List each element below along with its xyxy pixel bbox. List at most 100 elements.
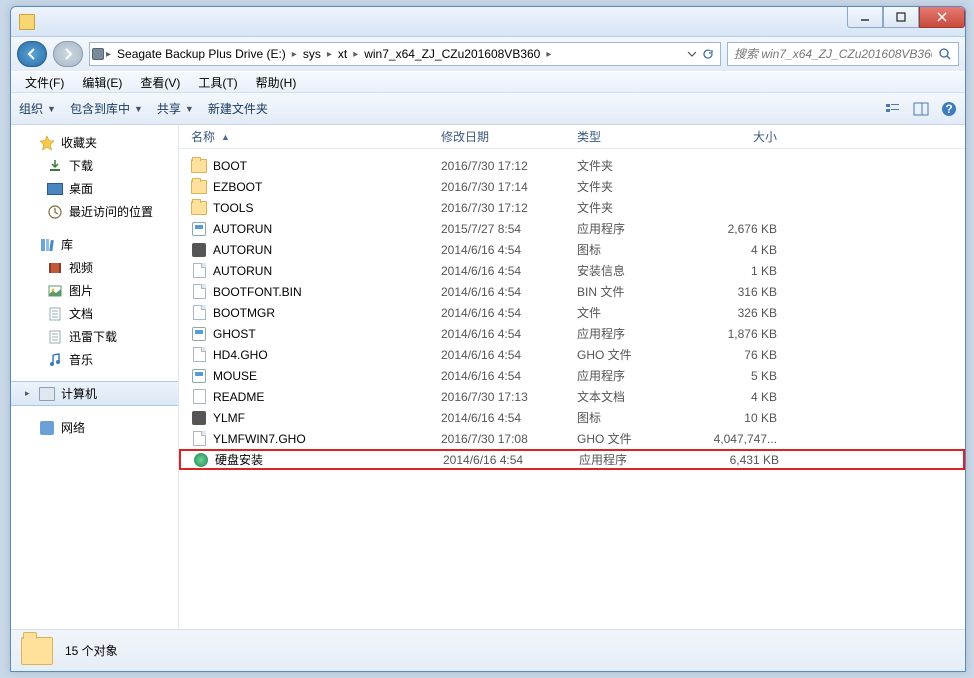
file-row[interactable]: AUTORUN 2015/7/27 8:54 应用程序 2,676 KB xyxy=(179,218,965,239)
body: 收藏夹 下载桌面最近访问的位置 库 视频图片文档迅雷下载音乐 ▸ 计算机 xyxy=(11,125,965,629)
menu-file[interactable]: 文件(F) xyxy=(17,72,72,93)
file-row[interactable]: README 2016/7/30 17:13 文本文档 4 KB xyxy=(179,386,965,407)
sidebar-item[interactable]: 视频 xyxy=(11,256,178,279)
toolbar-label: 新建文件夹 xyxy=(208,100,268,117)
file-row[interactable]: 硬盘安装 2014/6/16 4:54 应用程序 6,431 KB xyxy=(179,449,965,470)
breadcrumb-seg[interactable]: xt xyxy=(334,47,351,61)
toolbar-label: 包含到库中 xyxy=(70,100,130,117)
address-bar[interactable]: ▸ Seagate Backup Plus Drive (E:) ▸ sys ▸… xyxy=(89,42,721,66)
file-row[interactable]: AUTORUN 2014/6/16 4:54 安装信息 1 KB xyxy=(179,260,965,281)
include-button[interactable]: 包含到库中▼ xyxy=(70,100,143,117)
help-icon[interactable]: ? xyxy=(941,101,957,117)
close-button[interactable] xyxy=(919,7,965,28)
column-type[interactable]: 类型 xyxy=(577,128,687,145)
chevron-down-icon: ▼ xyxy=(185,104,194,114)
clock-icon xyxy=(47,204,63,220)
breadcrumb-seg[interactable]: sys xyxy=(299,47,325,61)
file-row[interactable]: YLMFWIN7.GHO 2016/7/30 17:08 GHO 文件 4,04… xyxy=(179,428,965,449)
sidebar-network[interactable]: 网络 xyxy=(11,416,178,439)
sidebar-computer[interactable]: ▸ 计算机 xyxy=(11,381,178,406)
file-date: 2016/7/30 17:08 xyxy=(441,432,577,446)
file-type: BIN 文件 xyxy=(577,283,687,300)
sidebar-label: 收藏夹 xyxy=(61,134,97,151)
sidebar-item[interactable]: 最近访问的位置 xyxy=(11,200,178,223)
sidebar-label: 库 xyxy=(61,236,73,253)
file-row[interactable]: HD4.GHO 2014/6/16 4:54 GHO 文件 76 KB xyxy=(179,344,965,365)
column-name[interactable]: 名称▲ xyxy=(191,128,441,145)
column-date[interactable]: 修改日期 xyxy=(441,128,577,145)
file-row[interactable]: GHOST 2014/6/16 4:54 应用程序 1,876 KB xyxy=(179,323,965,344)
search-input[interactable] xyxy=(734,47,932,61)
file-name: AUTORUN xyxy=(213,264,272,278)
search-box[interactable] xyxy=(727,42,959,66)
txt-icon xyxy=(191,389,207,405)
menu-view[interactable]: 查看(V) xyxy=(132,72,188,93)
folder-icon xyxy=(191,179,207,195)
file-name: BOOTFONT.BIN xyxy=(213,285,302,299)
sidebar-item[interactable]: 桌面 xyxy=(11,177,178,200)
file-name: BOOT xyxy=(213,159,247,173)
file-row[interactable]: BOOTMGR 2014/6/16 4:54 文件 326 KB xyxy=(179,302,965,323)
organize-button[interactable]: 组织▼ xyxy=(19,100,56,117)
toolbar-label: 组织 xyxy=(19,100,43,117)
chevron-down-icon[interactable] xyxy=(686,48,698,60)
mon-icon xyxy=(47,181,63,197)
file-name: EZBOOT xyxy=(213,180,262,194)
maximize-button[interactable] xyxy=(883,7,919,28)
file-type: 文件 xyxy=(577,304,687,321)
chevron-right-icon: ▸ xyxy=(290,49,299,60)
file-row[interactable]: AUTORUN 2014/6/16 4:54 图标 4 KB xyxy=(179,239,965,260)
exe-icon xyxy=(191,221,207,237)
sidebar-favorites-header[interactable]: 收藏夹 xyxy=(11,131,178,154)
file-row[interactable]: BOOT 2016/7/30 17:12 文件夹 xyxy=(179,155,965,176)
menu-help[interactable]: 帮助(H) xyxy=(248,72,305,93)
breadcrumb-label: Seagate Backup Plus Drive (E:) xyxy=(117,47,286,61)
sidebar-item[interactable]: 图片 xyxy=(11,279,178,302)
chevron-right-icon: ▸ xyxy=(351,49,360,60)
menu-tools[interactable]: 工具(T) xyxy=(190,72,245,93)
folder-icon xyxy=(191,200,207,216)
view-options-icon[interactable] xyxy=(885,101,901,117)
newfolder-button[interactable]: 新建文件夹 xyxy=(208,100,268,117)
back-button[interactable] xyxy=(17,41,47,67)
sidebar-item-label: 图片 xyxy=(69,282,93,299)
folder-icon xyxy=(191,158,207,174)
minimize-button[interactable] xyxy=(847,7,883,28)
file-name: MOUSE xyxy=(213,369,257,383)
file-name: HD4.GHO xyxy=(213,348,268,362)
sidebar-libraries-header[interactable]: 库 xyxy=(11,233,178,256)
file-row[interactable]: EZBOOT 2016/7/30 17:14 文件夹 xyxy=(179,176,965,197)
file-date: 2014/6/16 4:54 xyxy=(441,243,577,257)
search-icon[interactable] xyxy=(938,47,952,61)
file-row[interactable]: MOUSE 2014/6/16 4:54 应用程序 5 KB xyxy=(179,365,965,386)
chevron-right-icon: ▸ xyxy=(325,49,334,60)
file-row[interactable]: BOOTFONT.BIN 2014/6/16 4:54 BIN 文件 316 K… xyxy=(179,281,965,302)
file-type: GHO 文件 xyxy=(577,346,687,363)
sidebar-item-label: 桌面 xyxy=(69,180,93,197)
ico-icon xyxy=(191,410,207,426)
refresh-icon[interactable] xyxy=(702,48,714,60)
sidebar-item[interactable]: 文档 xyxy=(11,302,178,325)
sidebar-item[interactable]: 迅雷下载 xyxy=(11,325,178,348)
file-row[interactable]: TOOLS 2016/7/30 17:12 文件夹 xyxy=(179,197,965,218)
share-button[interactable]: 共享▼ xyxy=(157,100,194,117)
column-label: 修改日期 xyxy=(441,130,489,144)
column-size[interactable]: 大小 xyxy=(687,128,797,145)
menu-edit[interactable]: 编辑(E) xyxy=(74,72,130,93)
titlebar[interactable] xyxy=(11,7,965,37)
file-date: 2015/7/27 8:54 xyxy=(441,222,577,236)
forward-button[interactable] xyxy=(53,41,83,67)
sort-asc-icon: ▲ xyxy=(221,132,230,142)
sidebar-item[interactable]: 音乐 xyxy=(11,348,178,371)
file-icon xyxy=(191,263,207,279)
preview-pane-icon[interactable] xyxy=(913,101,929,117)
svg-text:?: ? xyxy=(945,102,952,116)
file-name: AUTORUN xyxy=(213,243,272,257)
exe-icon xyxy=(191,368,207,384)
file-row[interactable]: YLMF 2014/6/16 4:54 图标 10 KB xyxy=(179,407,965,428)
file-date: 2014/6/16 4:54 xyxy=(441,264,577,278)
sidebar-item[interactable]: 下载 xyxy=(11,154,178,177)
breadcrumb-seg[interactable]: Seagate Backup Plus Drive (E:) xyxy=(113,47,290,61)
breadcrumb-seg[interactable]: win7_x64_ZJ_CZu201608VB360 xyxy=(360,47,544,61)
dl-icon xyxy=(47,158,63,174)
